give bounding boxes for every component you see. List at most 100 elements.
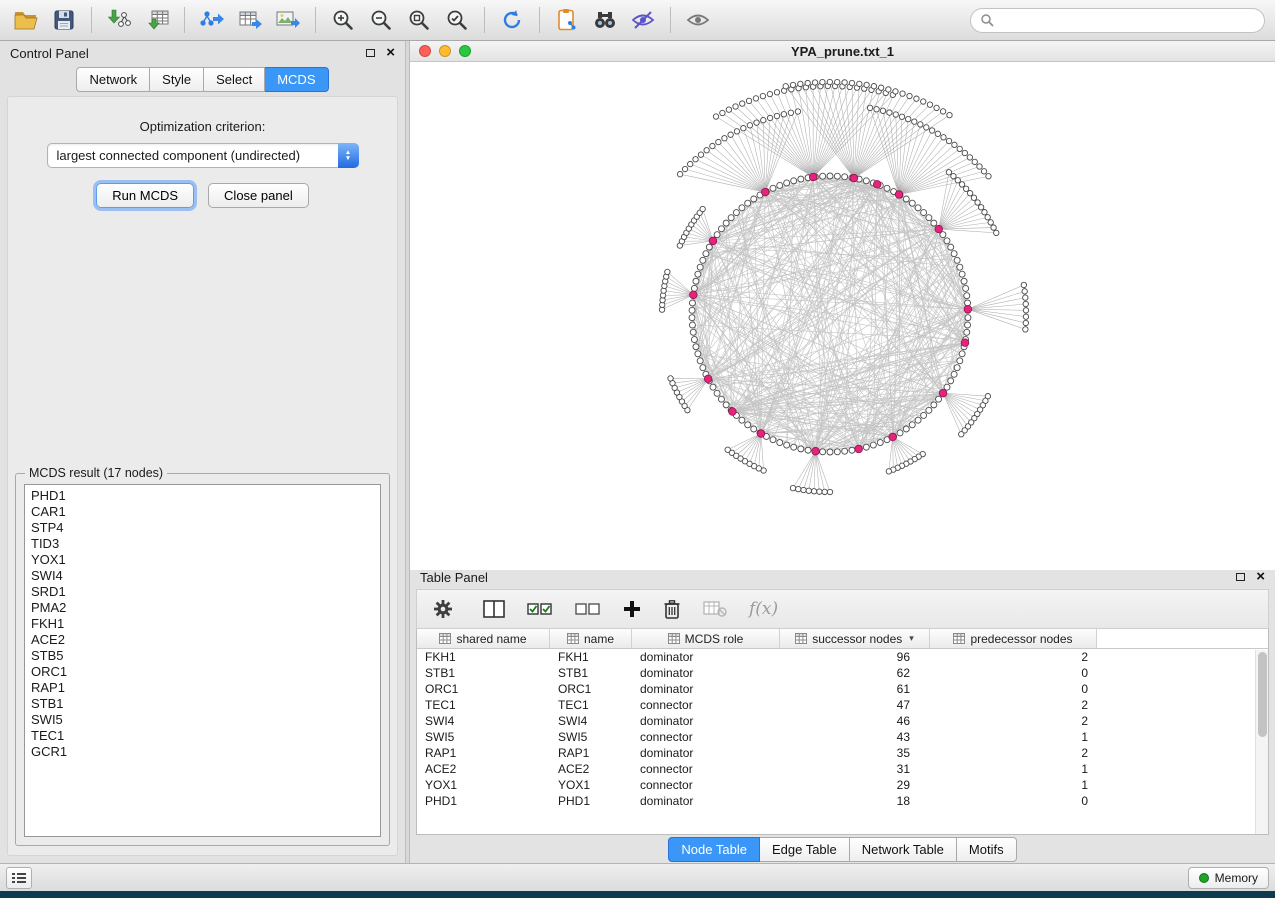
select-all-columns-icon[interactable] [527,601,553,617]
column-header-MCDS-role[interactable]: MCDS role [632,629,780,648]
table-cell: connector [632,730,780,744]
open-file-icon[interactable] [10,4,42,36]
tab-select[interactable]: Select [204,67,265,92]
table-row[interactable]: STB1STB1dominator620 [417,665,1268,681]
zoom-in-icon[interactable] [327,4,359,36]
tab-mcds[interactable]: MCDS [265,67,328,92]
mcds-result-item[interactable]: STP4 [25,520,380,536]
create-column-plus-icon[interactable] [623,600,641,618]
deselect-all-columns-icon[interactable] [575,601,601,617]
tab-edge-table[interactable]: Edge Table [760,837,850,862]
table-cell: PHD1 [550,794,632,808]
search-text-field[interactable] [1000,13,1255,27]
tab-network[interactable]: Network [76,67,150,92]
table-row[interactable]: SWI5SWI5connector431 [417,729,1268,745]
show-eye-icon[interactable] [682,4,714,36]
table-row[interactable]: FKH1FKH1dominator962 [417,649,1268,665]
hide-eye-icon[interactable] [627,4,659,36]
mcds-result-item[interactable]: CAR1 [25,504,380,520]
criterion-dropdown[interactable]: largest connected component (undirected)… [47,143,359,168]
zoom-fit-icon[interactable] [403,4,435,36]
export-network-icon[interactable] [196,4,228,36]
table-row[interactable]: PHD1PHD1dominator180 [417,793,1268,809]
control-panel-titlebar: Control Panel × [0,41,405,65]
binoculars-search-icon[interactable] [589,4,621,36]
mcds-result-item[interactable]: TID3 [25,536,380,552]
export-table-icon[interactable] [234,4,266,36]
float-panel-icon[interactable] [366,49,375,57]
table-settings-gear-icon[interactable] [433,599,453,619]
search-input[interactable] [970,8,1265,33]
table-row[interactable]: ORC1ORC1dominator610 [417,681,1268,697]
network-graph[interactable] [410,62,1275,565]
table-cell: 0 [930,682,1097,696]
table-row[interactable]: RAP1RAP1dominator352 [417,745,1268,761]
delete-column-trash-icon[interactable] [663,599,681,619]
mcds-result-item[interactable]: RAP1 [25,680,380,696]
run-mcds-button[interactable]: Run MCDS [96,183,194,208]
table-cell: connector [632,698,780,712]
close-table-panel-icon[interactable]: × [1256,571,1265,583]
import-network-icon[interactable] [103,4,135,36]
minimize-window-icon[interactable] [439,45,451,57]
save-session-icon[interactable] [48,4,80,36]
mcds-result-list[interactable]: PHD1CAR1STP4TID3YOX1SWI4SRD1PMA2FKH1ACE2… [24,484,381,837]
memory-button[interactable]: Memory [1188,867,1269,889]
show-column-panel-icon[interactable] [483,600,505,618]
mcds-result-item[interactable]: SRD1 [25,584,380,600]
refresh-icon[interactable] [496,4,528,36]
table-scrollbar[interactable] [1255,650,1268,834]
table-cell: STB1 [417,666,550,680]
column-type-icon [668,633,680,644]
column-header-predecessor-nodes[interactable]: predecessor nodes [930,629,1097,648]
table-cell: dominator [632,666,780,680]
table-cell: 96 [780,650,930,664]
clipboard-network-icon[interactable] [551,4,583,36]
table-row[interactable]: TEC1TEC1connector472 [417,697,1268,713]
table-cell: 43 [780,730,930,744]
mcds-result-item[interactable]: YOX1 [25,552,380,568]
scrollbar-thumb[interactable] [1258,652,1267,737]
mcds-result-item[interactable]: ACE2 [25,632,380,648]
network-view[interactable] [410,62,1275,570]
close-window-icon[interactable] [419,45,431,57]
zoom-out-icon[interactable] [365,4,397,36]
mcds-result-item[interactable]: TEC1 [25,728,380,744]
tab-motifs[interactable]: Motifs [957,837,1017,862]
mcds-result-item[interactable]: SWI5 [25,712,380,728]
task-history-icon[interactable] [6,867,32,889]
tab-node-table[interactable]: Node Table [668,837,760,862]
float-table-panel-icon[interactable] [1236,573,1245,581]
mcds-result-item[interactable]: PMA2 [25,600,380,616]
mcds-result-item[interactable]: FKH1 [25,616,380,632]
table-row[interactable]: ACE2ACE2connector311 [417,761,1268,777]
table-row[interactable]: SWI4SWI4dominator462 [417,713,1268,729]
tab-network-table[interactable]: Network Table [850,837,957,862]
mcds-result-item[interactable]: PHD1 [25,488,380,504]
table-row[interactable]: YOX1YOX1connector291 [417,777,1268,793]
tab-style[interactable]: Style [150,67,204,92]
mcds-result-item[interactable]: SWI4 [25,568,380,584]
export-image-icon[interactable] [272,4,304,36]
toolbar-separator [315,7,316,33]
zoom-selected-icon[interactable] [441,4,473,36]
table-cell: TEC1 [550,698,632,712]
column-header-shared-name[interactable]: shared name [417,629,550,648]
mcds-result-item[interactable]: GCR1 [25,744,380,760]
close-control-panel-icon[interactable]: × [386,47,395,59]
maximize-window-icon[interactable] [459,45,471,57]
table-cell: TEC1 [417,698,550,712]
mcds-result-item[interactable]: ORC1 [25,664,380,680]
close-panel-button[interactable]: Close panel [208,183,309,208]
table-cell: 0 [930,666,1097,680]
table-cell: connector [632,762,780,776]
mcds-result-item[interactable]: STB1 [25,696,380,712]
column-type-icon [567,633,579,644]
mcds-result-item[interactable]: STB5 [25,648,380,664]
column-header-successor-nodes[interactable]: successor nodes▾ [780,629,930,648]
column-header-name[interactable]: name [550,629,632,648]
search-icon [980,13,994,27]
import-table-icon[interactable] [141,4,173,36]
table-cell: 61 [780,682,930,696]
table-cell: FKH1 [417,650,550,664]
